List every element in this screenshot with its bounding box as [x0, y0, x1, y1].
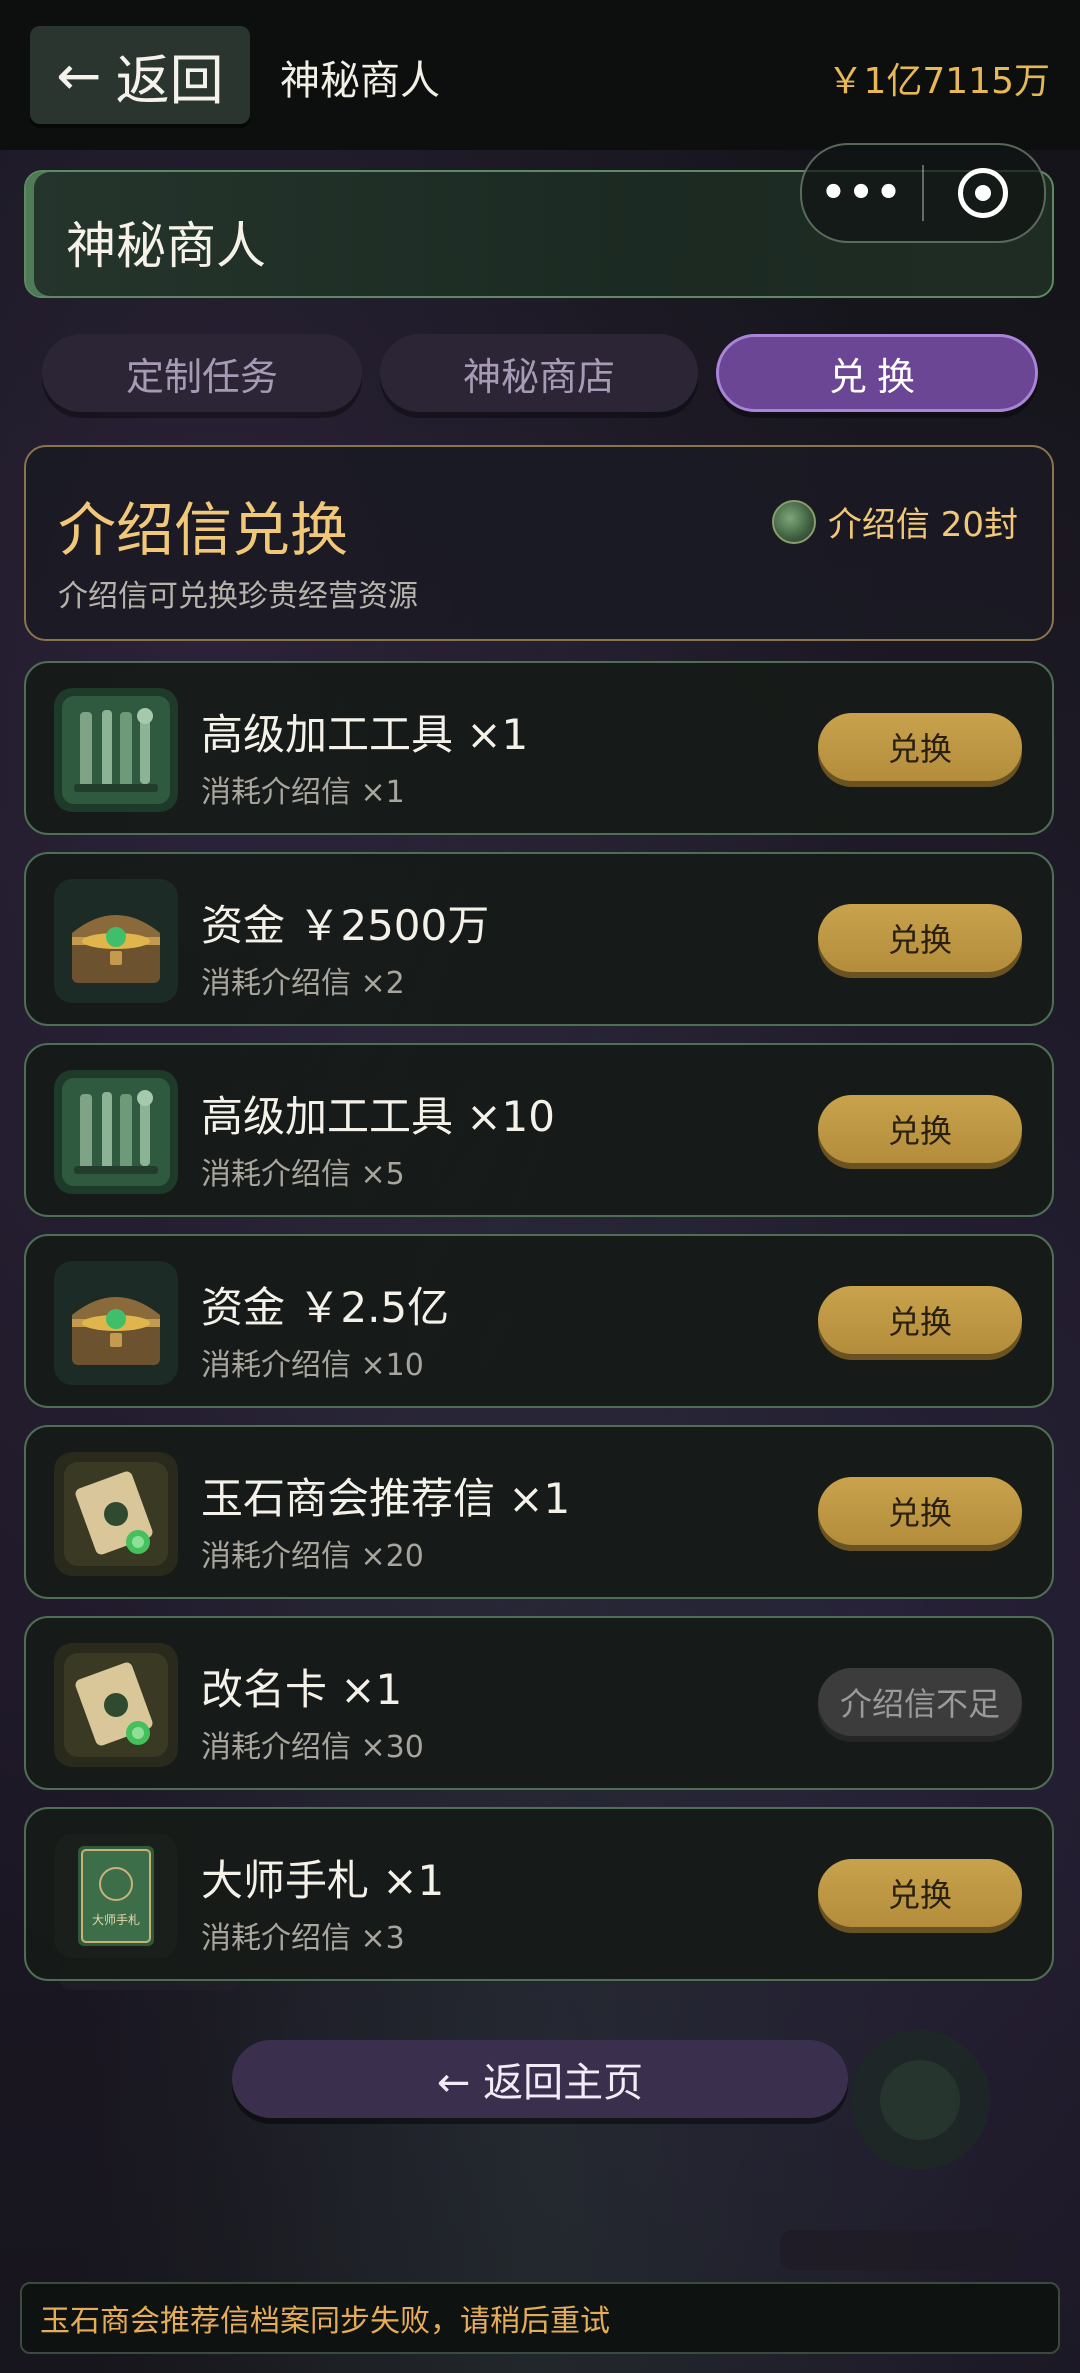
exchange-item: 资金 ￥2.5亿 消耗介绍信 ×10 兑换 [24, 1234, 1054, 1408]
scroll-icon [54, 1643, 178, 1767]
merchant-title: 神秘商人 [66, 217, 266, 275]
exchange-item: 资金 ￥2500万 消耗介绍信 ×2 兑换 [24, 852, 1054, 1026]
item-name: 高级加工工具 ×1 [201, 710, 529, 759]
letter-token-icon [771, 499, 816, 544]
exchange-subtitle: 介绍信可兑换珍贵经营资源 [58, 579, 418, 614]
item-cost: 消耗介绍信 ×5 [201, 1157, 405, 1192]
page-title: 神秘商人 [280, 58, 440, 104]
back-button[interactable]: ← 返回 [30, 26, 250, 124]
item-cost: 消耗介绍信 ×3 [201, 1921, 405, 1956]
exchange-item: 改名卡 ×1 消耗介绍信 ×30 介绍信不足 [24, 1616, 1054, 1790]
exchange-button[interactable]: 兑换 [818, 713, 1022, 781]
exchange-item: 高级加工工具 ×10 消耗介绍信 ×5 兑换 [24, 1043, 1054, 1217]
item-cost: 消耗介绍信 ×10 [201, 1348, 424, 1383]
book-cover-text: 大师手札 [92, 1913, 140, 1927]
book-icon: 大师手札 [54, 1834, 178, 1958]
item-cost: 消耗介绍信 ×1 [201, 775, 405, 810]
exchange-header-card: 介绍信兑换 介绍信可兑换珍贵经营资源 介绍信 20封 [24, 445, 1054, 641]
mini-program-capsule: ••• [800, 143, 1046, 243]
treasure-chest-icon [54, 879, 178, 1003]
tab-mystery-shop[interactable]: 神秘商店 [380, 334, 698, 412]
item-name: 资金 ￥2.5亿 [201, 1283, 450, 1332]
exchange-button[interactable]: 兑换 [818, 904, 1022, 972]
treasure-chest-icon [54, 1261, 178, 1385]
exchange-button[interactable]: 兑换 [818, 1477, 1022, 1545]
exchange-title: 介绍信兑换 [58, 496, 349, 564]
exchange-button[interactable]: 兑换 [818, 1095, 1022, 1163]
tools-icon [54, 1070, 178, 1194]
scroll-icon [54, 1452, 178, 1576]
error-toast: 玉石商会推荐信档案同步失败，请稍后重试 [20, 2282, 1060, 2354]
money-balance: ￥1亿7115万 [827, 61, 1050, 102]
exchange-button[interactable]: 兑换 [818, 1286, 1022, 1354]
exchange-item: 大师手札 大师手札 ×1 消耗介绍信 ×3 兑换 [24, 1807, 1054, 1981]
top-bar: ← 返回 神秘商人 ￥1亿7115万 [0, 0, 1080, 150]
exchange-button[interactable]: 兑换 [818, 1859, 1022, 1927]
close-miniprogram-icon[interactable] [924, 168, 1042, 218]
item-name: 资金 ￥2500万 [201, 901, 490, 950]
tools-icon [54, 688, 178, 812]
more-options-icon[interactable]: ••• [802, 170, 922, 216]
tab-exchange[interactable]: 兑换 [716, 334, 1038, 412]
back-to-home-button[interactable]: ← 返回主页 [232, 2040, 848, 2118]
back-button-label: 返回 [115, 48, 224, 112]
tab-custom-task[interactable]: 定制任务 [42, 334, 362, 412]
item-name: 大师手札 ×1 [201, 1856, 445, 1905]
insufficient-letters-button[interactable]: 介绍信不足 [818, 1668, 1022, 1736]
letter-balance: 介绍信 20封 [771, 497, 1018, 546]
item-cost: 消耗介绍信 ×20 [201, 1539, 424, 1574]
item-cost: 消耗介绍信 ×2 [201, 966, 405, 1001]
letter-balance-text: 介绍信 20封 [827, 505, 1018, 545]
item-cost: 消耗介绍信 ×30 [201, 1730, 424, 1765]
exchange-item: 玉石商会推荐信 ×1 消耗介绍信 ×20 兑换 [24, 1425, 1054, 1599]
arrow-left-icon: ← [56, 43, 102, 107]
item-name: 玉石商会推荐信 ×1 [201, 1474, 571, 1523]
item-name: 改名卡 ×1 [201, 1665, 403, 1714]
item-name: 高级加工工具 ×10 [201, 1092, 555, 1141]
exchange-item: 高级加工工具 ×1 消耗介绍信 ×1 兑换 [24, 661, 1054, 835]
